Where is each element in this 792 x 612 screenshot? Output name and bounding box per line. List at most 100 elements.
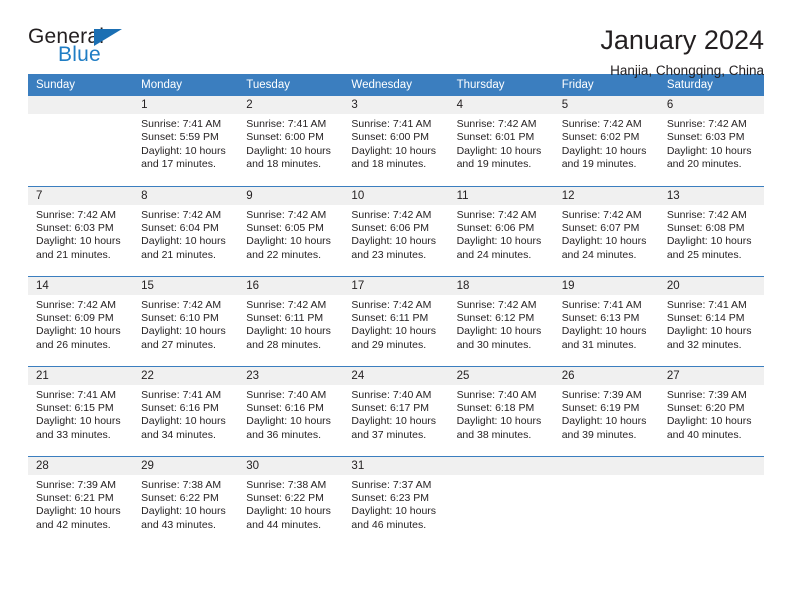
day-number: 22 bbox=[133, 366, 239, 385]
calendar-day-cell[interactable]: 14 Sunrise: 7:42 AM Sunset: 6:09 PM Dayligh… bbox=[28, 275, 134, 366]
calendar-day-cell[interactable]: 7 Sunrise: 7:42 AM Sunset: 6:03 PM Daylight… bbox=[28, 185, 134, 276]
sunrise-text: Sunrise: 7:41 AM bbox=[36, 388, 116, 401]
sunrise-text: Sunrise: 7:42 AM bbox=[456, 298, 537, 311]
calendar-day-cell[interactable]: 24 Sunrise: 7:40 AM Sunset: 6:17 PM Dayligh… bbox=[343, 365, 449, 456]
daylight-text-line1: Daylight: 10 hours bbox=[351, 235, 437, 248]
daylight-text-line1: Daylight: 10 hours bbox=[36, 235, 121, 248]
day-details: Sunrise: 7:40 AM Sunset: 6:17 PM Daylight:… bbox=[343, 385, 448, 443]
daylight-text-line2: and 46 minutes. bbox=[351, 518, 427, 531]
calendar-day-cell[interactable]: 28 Sunrise: 7:39 AM Sunset: 6:21 PM Dayligh… bbox=[28, 455, 134, 546]
weekday-header-tuesday: Tuesday bbox=[238, 74, 344, 96]
day-details: Sunrise: 7:42 AM Sunset: 6:06 PM Daylight:… bbox=[343, 205, 448, 263]
sunset-text: Sunset: 5:59 PM bbox=[141, 131, 219, 144]
day-details: Sunrise: 7:39 AM Sunset: 6:20 PM Daylight:… bbox=[659, 385, 764, 443]
calendar-day-cell[interactable]: 13 Sunrise: 7:42 AM Sunset: 6:08 PM Dayligh… bbox=[658, 185, 764, 276]
sunrise-text: Sunrise: 7:40 AM bbox=[351, 388, 432, 401]
calendar-day-cell[interactable]: 31 Sunrise: 7:37 AM Sunset: 6:23 PM Dayligh… bbox=[343, 455, 449, 546]
day-details: Sunrise: 7:42 AM Sunset: 6:01 PM Daylight:… bbox=[449, 114, 554, 172]
daylight-text-line2: and 38 minutes. bbox=[456, 428, 532, 441]
day-number: 7 bbox=[28, 186, 134, 205]
calendar-day-cell[interactable]: 12 Sunrise: 7:42 AM Sunset: 6:07 PM Dayligh… bbox=[553, 185, 659, 276]
sunrise-text: Sunrise: 7:42 AM bbox=[141, 208, 222, 221]
day-details: Sunrise: 7:40 AM Sunset: 6:16 PM Daylight:… bbox=[238, 385, 343, 443]
day-number: 4 bbox=[448, 96, 554, 114]
daylight-text-line1: Daylight: 10 hours bbox=[141, 325, 226, 338]
daylight-text-line1: Daylight: 10 hours bbox=[456, 415, 542, 428]
daylight-text-line1: Daylight: 10 hours bbox=[351, 325, 437, 338]
daylight-text-line1: Daylight: 10 hours bbox=[456, 325, 542, 338]
sunset-text: Sunset: 6:23 PM bbox=[351, 491, 430, 504]
calendar-day-cell[interactable]: 3 Sunrise: 7:41 AM Sunset: 6:00 PM Daylight… bbox=[343, 96, 449, 186]
daylight-text-line1: Daylight: 10 hours bbox=[561, 235, 647, 248]
sunset-text: Sunset: 6:18 PM bbox=[456, 401, 535, 414]
calendar-day-cell[interactable]: 15 Sunrise: 7:42 AM Sunset: 6:10 PM Dayligh… bbox=[133, 275, 239, 366]
day-number: 6 bbox=[658, 96, 764, 114]
sunset-text: Sunset: 6:11 PM bbox=[246, 311, 324, 324]
sunrise-text: Sunrise: 7:42 AM bbox=[561, 118, 642, 130]
daylight-text-line2: and 37 minutes. bbox=[351, 428, 427, 441]
calendar-day-cell[interactable]: 16 Sunrise: 7:42 AM Sunset: 6:11 PM Dayligh… bbox=[238, 275, 344, 366]
day-details: Sunrise: 7:42 AM Sunset: 6:08 PM Daylight:… bbox=[659, 205, 764, 263]
calendar-week-row: 7 Sunrise: 7:42 AM Sunset: 6:03 PM Daylight… bbox=[28, 185, 764, 276]
sunset-text: Sunset: 6:10 PM bbox=[141, 311, 219, 324]
sunset-text: Sunset: 6:22 PM bbox=[246, 491, 324, 504]
daylight-text-line1: Daylight: 10 hours bbox=[456, 144, 542, 157]
sunset-text: Sunset: 6:04 PM bbox=[141, 221, 219, 234]
sunset-text: Sunset: 6:07 PM bbox=[561, 221, 640, 234]
day-details: Sunrise: 7:41 AM Sunset: 6:00 PM Daylight:… bbox=[343, 114, 448, 172]
sunrise-text: Sunrise: 7:42 AM bbox=[141, 298, 222, 311]
day-details: Sunrise: 7:42 AM Sunset: 6:09 PM Daylight:… bbox=[28, 295, 133, 353]
day-details: Sunrise: 7:42 AM Sunset: 6:03 PM Daylight:… bbox=[659, 114, 764, 172]
day-number: 30 bbox=[238, 456, 344, 475]
day-number: 16 bbox=[238, 276, 344, 295]
sunrise-text: Sunrise: 7:42 AM bbox=[351, 298, 432, 311]
calendar-day-cell[interactable]: 22 Sunrise: 7:41 AM Sunset: 6:16 PM Dayligh… bbox=[133, 365, 239, 456]
sunset-text: Sunset: 6:21 PM bbox=[36, 491, 114, 504]
daylight-text-line2: and 25 minutes. bbox=[666, 248, 742, 261]
sunset-text: Sunset: 6:03 PM bbox=[36, 221, 114, 234]
brand-logo[interactable]: General Blue bbox=[28, 26, 158, 74]
calendar-day-cell[interactable]: 20 Sunrise: 7:41 AM Sunset: 6:14 PM Dayligh… bbox=[658, 275, 764, 366]
daylight-text-line2: and 31 minutes. bbox=[561, 338, 637, 351]
calendar-day-cell[interactable]: 4 Sunrise: 7:42 AM Sunset: 6:01 PM Daylight… bbox=[448, 96, 554, 186]
calendar-day-cell[interactable]: 6 Sunrise: 7:42 AM Sunset: 6:03 PM Daylight… bbox=[658, 96, 764, 186]
weekday-header-sunday: Sunday bbox=[28, 74, 134, 96]
calendar-day-cell[interactable]: 1 Sunrise: 7:41 AM Sunset: 5:59 PM Daylight… bbox=[133, 96, 239, 186]
page-header: General Blue January 2024 Hanjia, Chongq… bbox=[28, 0, 764, 77]
day-details: Sunrise: 7:40 AM Sunset: 6:18 PM Daylight:… bbox=[449, 385, 554, 443]
sunset-text: Sunset: 6:06 PM bbox=[351, 221, 430, 234]
calendar-day-cell[interactable]: 30 Sunrise: 7:38 AM Sunset: 6:22 PM Dayligh… bbox=[238, 455, 344, 546]
daylight-text-line1: Daylight: 10 hours bbox=[141, 144, 226, 157]
calendar-day-cell[interactable]: 29 Sunrise: 7:38 AM Sunset: 6:22 PM Dayligh… bbox=[133, 455, 239, 546]
calendar-day-cell[interactable]: 17 Sunrise: 7:42 AM Sunset: 6:11 PM Dayligh… bbox=[343, 275, 449, 366]
calendar-day-cell[interactable]: 27 Sunrise: 7:39 AM Sunset: 6:20 PM Dayligh… bbox=[658, 365, 764, 456]
calendar-day-cell[interactable]: 21 Sunrise: 7:41 AM Sunset: 6:15 PM Dayligh… bbox=[28, 365, 134, 456]
daylight-text-line1: Daylight: 10 hours bbox=[561, 144, 647, 157]
calendar-day-cell[interactable]: 10 Sunrise: 7:42 AM Sunset: 6:06 PM Dayligh… bbox=[343, 185, 449, 276]
calendar-day-cell[interactable]: 19 Sunrise: 7:41 AM Sunset: 6:13 PM Dayligh… bbox=[553, 275, 659, 366]
calendar-day-cell[interactable]: 9 Sunrise: 7:42 AM Sunset: 6:05 PM Daylight… bbox=[238, 185, 344, 276]
day-number bbox=[28, 96, 134, 114]
daylight-text-line2: and 24 minutes. bbox=[456, 248, 532, 261]
day-number: 8 bbox=[133, 186, 239, 205]
day-number: 25 bbox=[448, 366, 554, 385]
calendar-day-cell[interactable]: 18 Sunrise: 7:42 AM Sunset: 6:12 PM Dayligh… bbox=[448, 275, 554, 366]
day-number: 2 bbox=[238, 96, 344, 114]
daylight-text-line1: Daylight: 10 hours bbox=[141, 235, 226, 248]
calendar-day-cell[interactable]: 25 Sunrise: 7:40 AM Sunset: 6:18 PM Dayligh… bbox=[448, 365, 554, 456]
calendar-day-cell[interactable]: 23 Sunrise: 7:40 AM Sunset: 6:16 PM Dayligh… bbox=[238, 365, 344, 456]
day-details: Sunrise: 7:38 AM Sunset: 6:22 PM Daylight:… bbox=[238, 475, 343, 533]
daylight-text-line1: Daylight: 10 hours bbox=[36, 505, 121, 518]
daylight-text-line1: Daylight: 10 hours bbox=[666, 325, 752, 338]
day-details: Sunrise: 7:41 AM Sunset: 6:14 PM Daylight:… bbox=[659, 295, 764, 353]
calendar-day-cell[interactable]: 5 Sunrise: 7:42 AM Sunset: 6:02 PM Daylight… bbox=[553, 96, 659, 186]
calendar-day-cell[interactable]: 26 Sunrise: 7:39 AM Sunset: 6:19 PM Dayligh… bbox=[553, 365, 659, 456]
calendar-day-cell[interactable]: 8 Sunrise: 7:42 AM Sunset: 6:04 PM Daylight… bbox=[133, 185, 239, 276]
sunrise-text: Sunrise: 7:42 AM bbox=[351, 208, 432, 221]
day-number: 3 bbox=[343, 96, 449, 114]
calendar-day-cell[interactable]: 2 Sunrise: 7:41 AM Sunset: 6:00 PM Daylight… bbox=[238, 96, 344, 186]
calendar-day-cell[interactable]: 11 Sunrise: 7:42 AM Sunset: 6:06 PM Dayligh… bbox=[448, 185, 554, 276]
sunrise-text: Sunrise: 7:41 AM bbox=[246, 118, 327, 130]
daylight-text-line2: and 23 minutes. bbox=[351, 248, 427, 261]
daylight-text-line2: and 19 minutes. bbox=[456, 158, 532, 171]
